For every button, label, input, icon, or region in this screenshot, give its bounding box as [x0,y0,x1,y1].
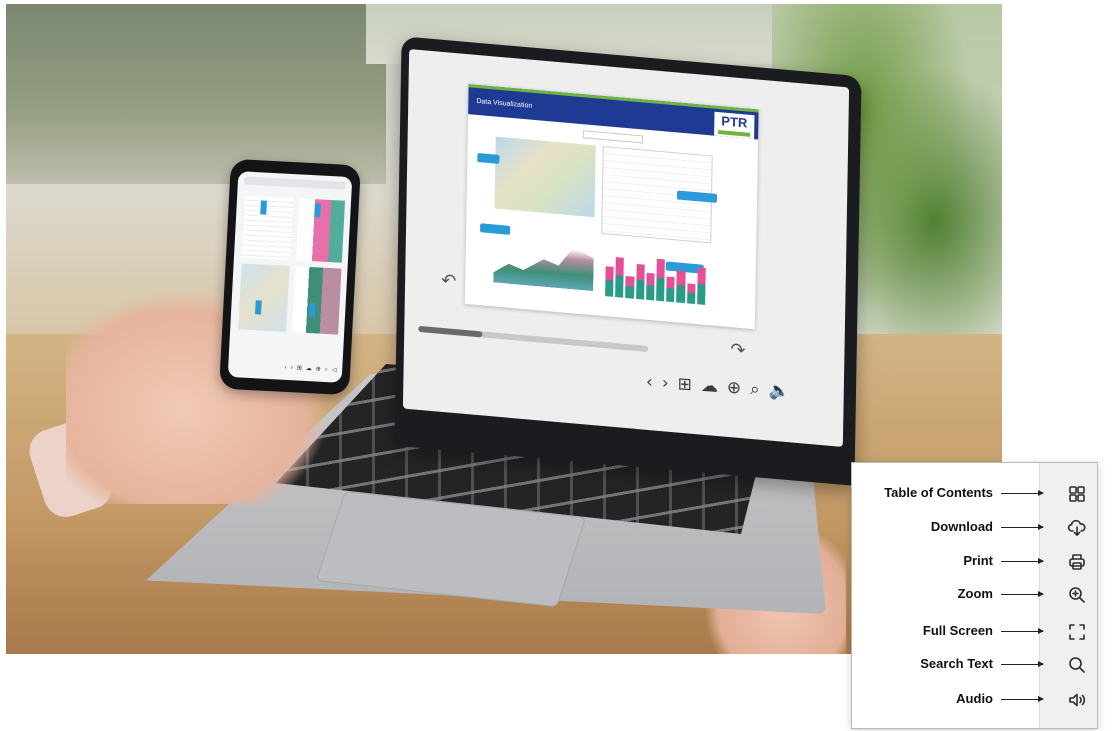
download-icon[interactable] [1066,517,1088,539]
legend-row-table-of-contents: Table of Contents [852,482,1099,504]
chevron-right-icon[interactable]: › [662,373,669,393]
legend-row-download: Download [852,516,1099,538]
audio-icon[interactable]: 🔈 [769,380,790,401]
legend-label: Print [963,553,993,568]
forward-arrow-icon[interactable]: ↷ [730,339,745,361]
search-icon[interactable]: ⌕ [750,379,760,400]
phone-callout-button [260,200,267,215]
slide-map [494,136,596,218]
legend-label: Zoom [957,586,993,601]
legend-label: Table of Contents [884,485,993,500]
legend-arrow [1001,524,1044,530]
slide-bar-chart [605,246,706,305]
phone-callout-button [255,300,262,315]
legend-label: Search Text [920,656,993,671]
phone-map [238,263,290,332]
phone-table [241,195,294,260]
audio-icon[interactable] [1066,689,1088,711]
legend-label: Audio [956,691,993,706]
legend-row-full-screen: Full Screen [852,620,1099,642]
phone-callout-button [314,203,321,218]
zoom-icon[interactable] [1066,584,1088,606]
phone-screen: ‹ › ⊞ ☁ ⊕ ⌕ ◁ [227,171,353,383]
table-of-contents-icon[interactable] [1066,483,1088,505]
cloud-download-icon[interactable]: ☁ [701,375,718,396]
phone-player-toolbar: ‹ › ⊞ ☁ ⊕ ⌕ ◁ [284,363,338,374]
background-window [6,4,386,184]
slide-tab [582,130,643,144]
logo-text: PTR [721,113,748,131]
slide-area-chart [493,232,594,291]
legend-arrow [1001,661,1044,667]
legend-label: Download [930,519,993,534]
print-icon[interactable] [1066,551,1088,573]
phone-url-bar [243,176,347,190]
legend-label: Full Screen [922,623,993,638]
logo-bar [718,130,751,137]
back-arrow-icon[interactable]: ↶ [441,270,456,292]
zoom-in-icon[interactable]: ⊕ [727,377,741,398]
slide-progress-bar[interactable] [418,325,649,352]
slide-callout-button [477,153,500,164]
legend-arrow [1001,696,1044,702]
legend-arrow [1001,558,1044,564]
legend-row-print: Print [852,550,1099,572]
slide-title: Data Visualization [476,97,533,110]
legend-row-audio: Audio [852,688,1099,710]
slide-header: Data Visualization PTR [468,84,759,140]
phone-callout-button [308,303,316,318]
legend-row-search-text: Search Text [852,653,1099,675]
legend-arrow [1001,490,1044,496]
smartphone: ‹ › ⊞ ☁ ⊕ ⌕ ◁ [219,158,361,396]
phone-area-chart [292,266,342,335]
legend-arrow [1001,591,1044,597]
slide-progress-fill [418,325,483,338]
chevron-left-icon[interactable]: ‹ [646,371,653,391]
slide-callout-button [480,223,511,235]
search-text-icon[interactable] [1066,654,1088,676]
legend-arrow [1001,628,1044,634]
ptr-logo: PTR [714,111,755,140]
full-screen-icon[interactable] [1066,621,1088,643]
slide-preview: Data Visualization PTR [464,84,759,330]
player-controls-legend: Table of Contents Download Print Zoom Fu… [851,462,1098,729]
legend-row-zoom: Zoom [852,583,1099,605]
grid-icon[interactable]: ⊞ [678,374,692,395]
